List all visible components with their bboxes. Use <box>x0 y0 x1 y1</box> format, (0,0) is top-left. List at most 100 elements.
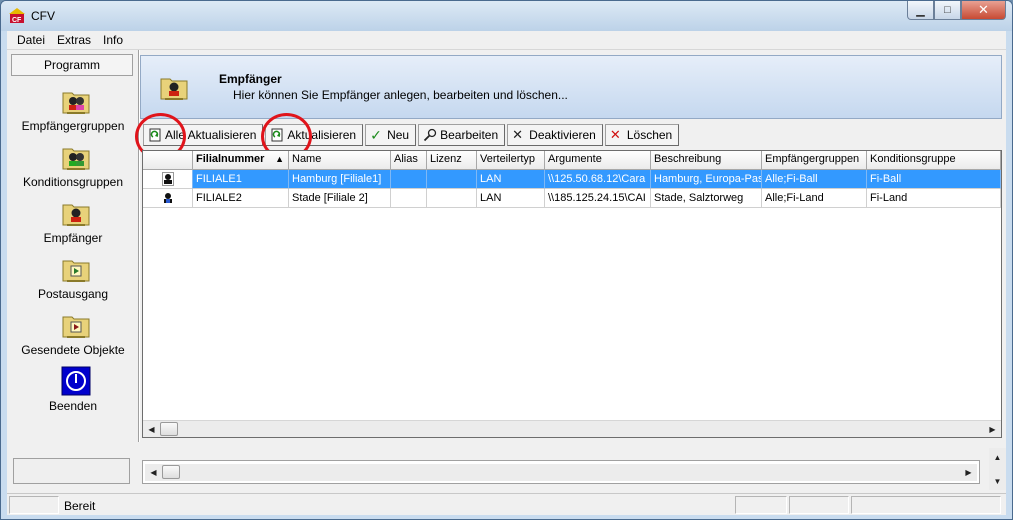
cell-alias <box>391 189 427 208</box>
sidebar-item-empfaengergruppen[interactable]: Empfängergruppen <box>9 86 137 142</box>
sidebar: Programm Empfängergruppen Konditionsgrup… <box>9 52 137 442</box>
minimize-icon: ▁ <box>916 4 925 17</box>
power-icon <box>61 366 91 396</box>
sidebar-item-label: Empfängergruppen <box>21 119 125 133</box>
scroll-thumb[interactable] <box>162 465 180 479</box>
bearbeiten-label: Bearbeiten <box>440 128 499 142</box>
sidebar-item-postausgang[interactable]: Postausgang <box>9 254 137 310</box>
bottom-horizontal-scrollbar[interactable]: ◀ ▶ <box>142 460 980 484</box>
maximize-button[interactable]: □ <box>934 1 961 20</box>
cell-beschreibung: Hamburg, Europa-Pas: <box>651 170 762 189</box>
table-row[interactable]: FILIALE2 Stade [Filiale 2] LAN \\185.125… <box>143 189 1001 208</box>
sidebar-item-beenden[interactable]: Beenden <box>9 366 137 422</box>
checkmark-icon: ✓ <box>370 127 382 143</box>
menu-extras[interactable]: Extras <box>51 33 97 47</box>
table-horizontal-scrollbar[interactable]: ◀ ▶ <box>143 420 1001 437</box>
app-window: CF CFV ▁ □ ✕ Datei Extras Info Programm … <box>0 0 1013 520</box>
user-folder-icon <box>160 78 188 100</box>
table-body: FILIALE1 Hamburg [Filiale1] LAN \\125.50… <box>143 170 1001 208</box>
cell-konditionsgruppe: Fi-Ball <box>867 170 1001 189</box>
bearbeiten-button[interactable]: Bearbeiten <box>418 124 506 146</box>
sidebar-header: Programm <box>11 54 133 76</box>
menu-info[interactable]: Info <box>97 33 129 47</box>
delete-x-icon: ✕ <box>609 127 621 142</box>
user-folder-icon <box>62 204 90 226</box>
cell-empfaengergruppen: Alle;Fi-Land <box>762 189 867 208</box>
table-header: Filialnummer ▲ Name Alias Lizenz Verteil… <box>143 151 1001 170</box>
column-header-filialnummer[interactable]: Filialnummer ▲ <box>193 151 289 170</box>
sidebar-item-label: Konditionsgruppen <box>22 175 124 189</box>
column-header-empfaengergruppen[interactable]: Empfängergruppen <box>762 151 867 170</box>
column-header-name[interactable]: Name <box>289 151 391 170</box>
sidebar-item-label: Postausgang <box>37 287 109 301</box>
sort-ascending-icon: ▲ <box>275 154 284 164</box>
minimize-button[interactable]: ▁ <box>907 1 934 20</box>
cell-verteilertyp: LAN <box>477 170 545 189</box>
loeschen-label: Löschen <box>626 128 673 142</box>
magnifier-edit-icon <box>423 128 437 142</box>
table-row[interactable]: FILIALE1 Hamburg [Filiale1] LAN \\125.50… <box>143 170 1001 189</box>
status-panel <box>9 496 59 514</box>
status-text: Bereit <box>64 499 96 513</box>
cell-argumente: \\125.50.68.12\Cara <box>545 170 651 189</box>
scroll-right-icon[interactable]: ▶ <box>961 465 976 479</box>
cell-lizenz <box>427 170 477 189</box>
status-panel <box>735 496 787 514</box>
cell-empfaengergruppen: Alle;Fi-Ball <box>762 170 867 189</box>
cell-filialnummer: FILIALE1 <box>193 170 289 189</box>
column-header-konditionsgruppe[interactable]: Konditionsgruppe <box>867 151 1001 170</box>
sidebar-item-label: Empfänger <box>43 231 103 245</box>
main-content: Programm Empfängergruppen Konditionsgrup… <box>7 50 1006 515</box>
loeschen-button[interactable]: ✕ Löschen <box>604 124 680 146</box>
bottom-left-panel <box>13 458 130 484</box>
column-header-beschreibung[interactable]: Beschreibung <box>651 151 762 170</box>
scroll-left-icon[interactable]: ◀ <box>146 465 161 479</box>
cell-lizenz <box>427 189 477 208</box>
toolbar: Alle Aktualisieren Aktualisieren ✓ Neu B… <box>143 124 681 146</box>
deaktivieren-label: Deaktivieren <box>529 128 596 142</box>
scroll-right-icon[interactable]: ▶ <box>985 422 1000 436</box>
cell-verteilertyp: LAN <box>477 189 545 208</box>
sidebar-item-label: Beenden <box>48 399 98 413</box>
scroll-thumb[interactable] <box>160 422 178 436</box>
bottom-vertical-scrollbar[interactable]: ▲ ▼ <box>989 448 1006 490</box>
page-header: Empfänger Hier können Sie Empfänger anle… <box>140 55 1002 119</box>
sent-folder-icon <box>62 316 90 338</box>
app-logo-icon: CF <box>9 8 25 24</box>
column-header-verteilertyp[interactable]: Verteilertyp <box>477 151 545 170</box>
scroll-down-icon[interactable]: ▼ <box>990 474 1005 488</box>
column-header-argumente[interactable]: Argumente <box>545 151 651 170</box>
recipients-table: Filialnummer ▲ Name Alias Lizenz Verteil… <box>142 150 1002 438</box>
status-panel <box>851 496 1001 514</box>
users-folder-icon <box>62 148 90 170</box>
scroll-left-icon[interactable]: ◀ <box>144 422 159 436</box>
title-bar[interactable]: CF CFV ▁ □ ✕ <box>1 1 1012 31</box>
column-header-icon[interactable] <box>143 151 193 170</box>
menu-datei[interactable]: Datei <box>11 33 51 47</box>
cell-filialnummer: FILIALE2 <box>193 189 289 208</box>
svg-text:CF: CF <box>12 17 22 24</box>
neu-button[interactable]: ✓ Neu <box>365 124 417 146</box>
status-bar: Bereit <box>7 493 1006 515</box>
sidebar-item-gesendete-objekte[interactable]: Gesendete Objekte <box>9 310 137 366</box>
menu-bar: Datei Extras Info <box>7 31 1006 50</box>
sidebar-item-label: Gesendete Objekte <box>21 343 125 357</box>
close-button[interactable]: ✕ <box>961 1 1006 20</box>
column-header-label: Filialnummer <box>196 153 265 165</box>
deaktivieren-button[interactable]: ✕ Deaktivieren <box>507 124 603 146</box>
cell-argumente: \\185.125.24.15\CAI <box>545 189 651 208</box>
column-header-alias[interactable]: Alias <box>391 151 427 170</box>
page-subtitle: Hier können Sie Empfänger anlegen, bearb… <box>233 88 568 102</box>
scroll-up-icon[interactable]: ▲ <box>990 450 1005 464</box>
row-icon-cell <box>143 189 193 208</box>
sidebar-item-konditionsgruppen[interactable]: Konditionsgruppen <box>9 142 137 198</box>
column-header-lizenz[interactable]: Lizenz <box>427 151 477 170</box>
status-panel <box>789 496 849 514</box>
row-icon-cell <box>143 170 193 189</box>
maximize-icon: □ <box>944 4 951 16</box>
cell-alias <box>391 170 427 189</box>
close-icon: ✕ <box>978 2 989 17</box>
sidebar-item-empfaenger[interactable]: Empfänger <box>9 198 137 254</box>
page-title: Empfänger <box>219 72 282 86</box>
outbox-folder-icon <box>62 260 90 282</box>
